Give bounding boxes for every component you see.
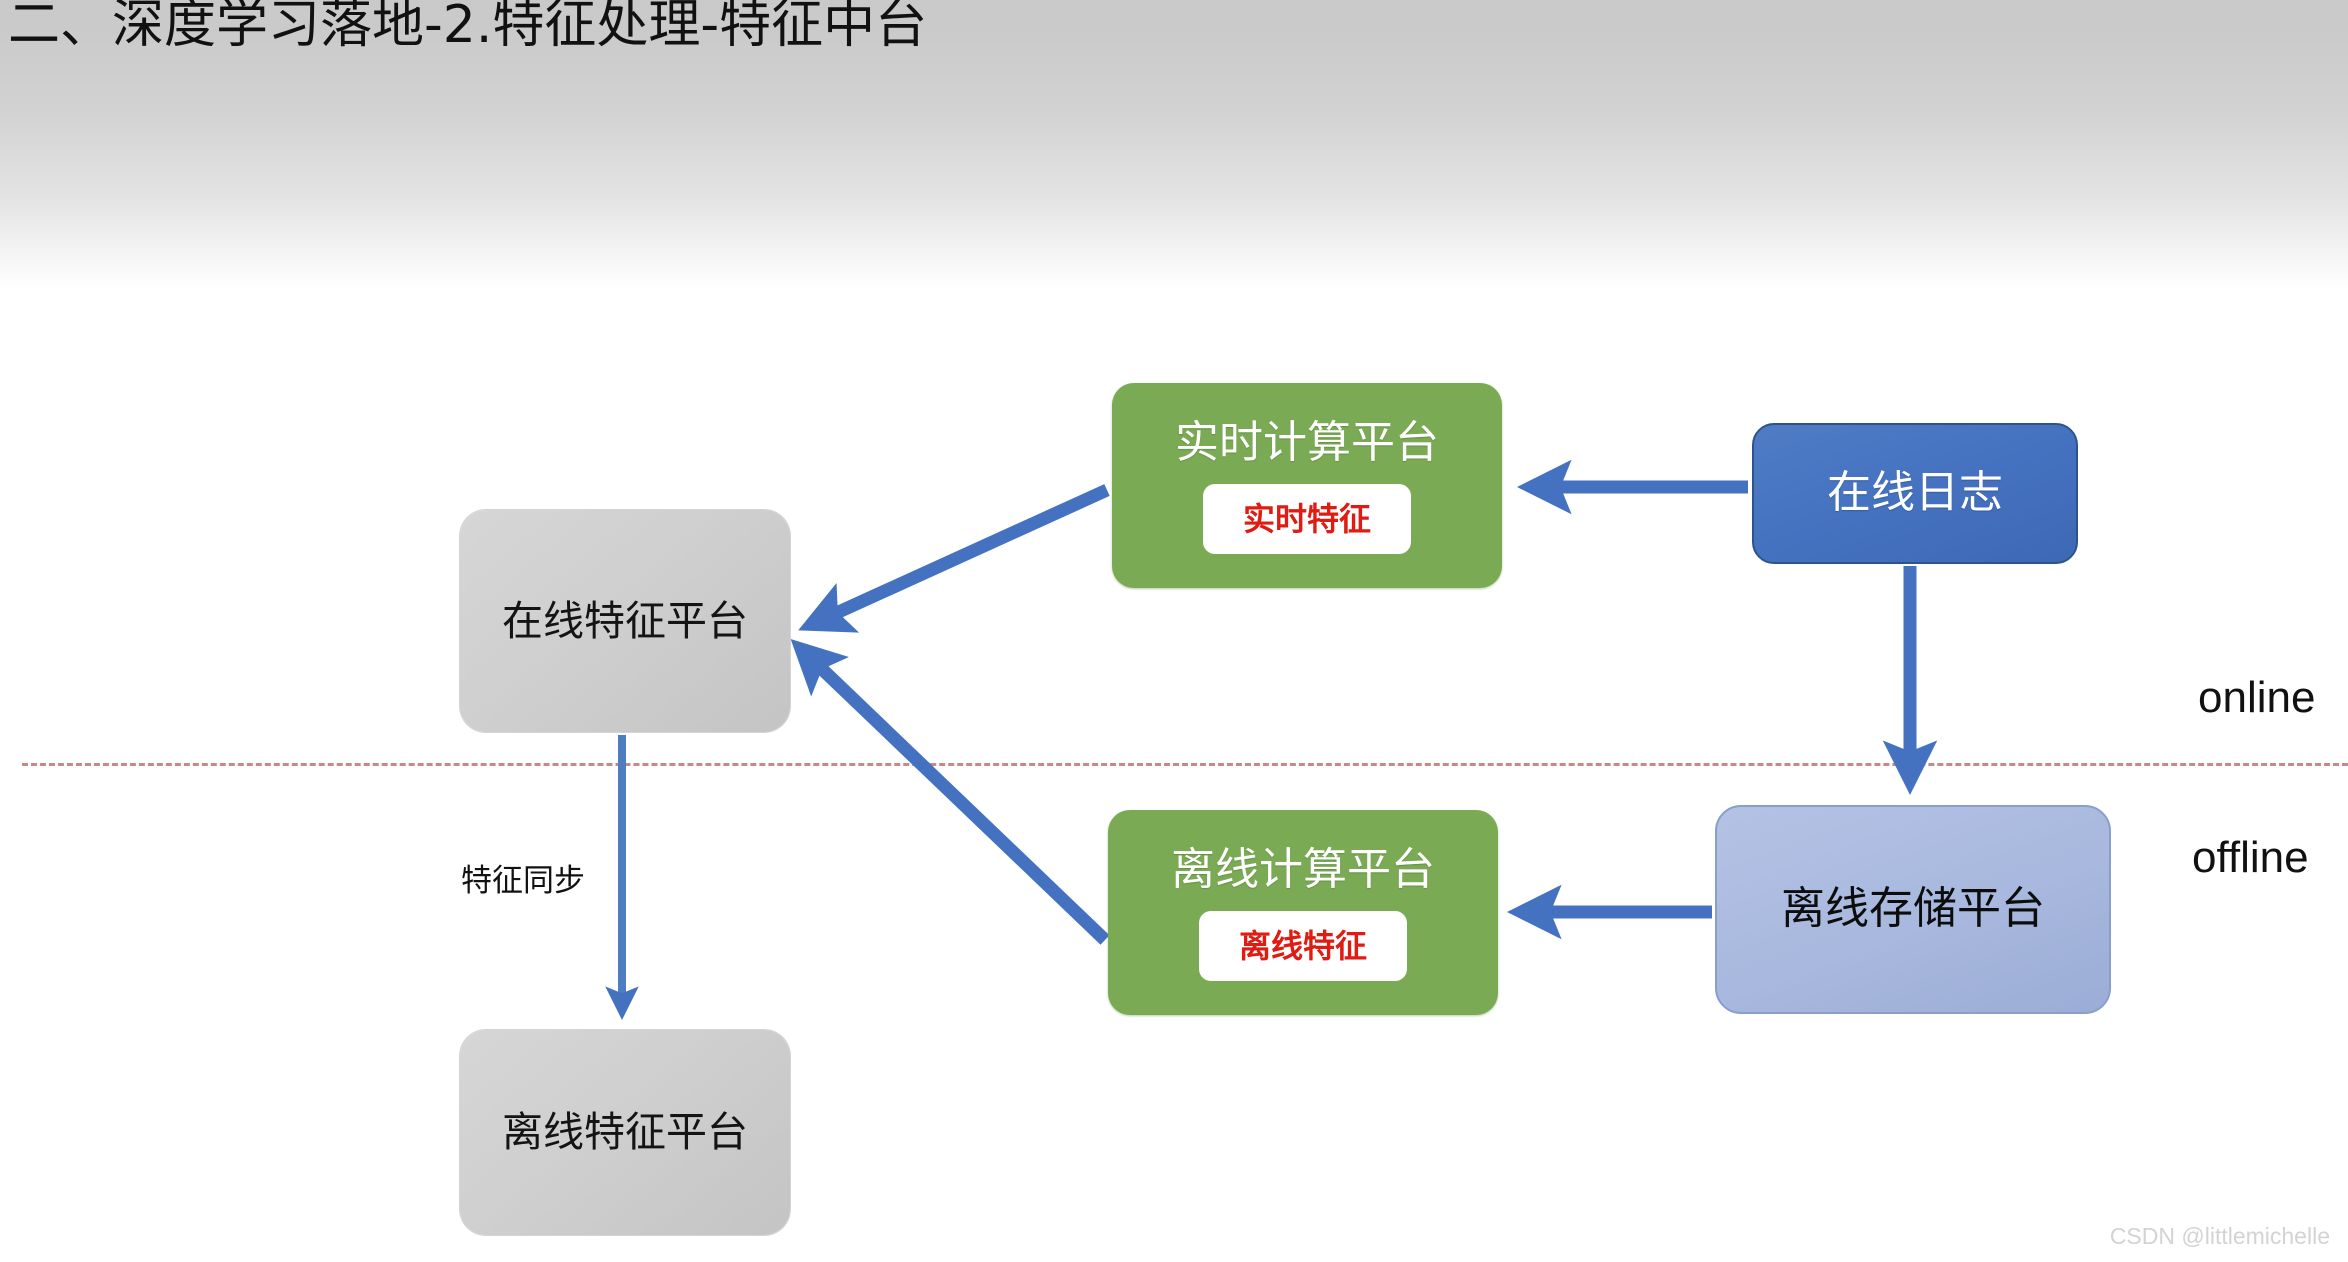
node-online-log[interactable]: 在线日志 xyxy=(1752,423,2078,564)
node-offline-feature-platform-label: 离线特征平台 xyxy=(502,1108,748,1157)
node-offline-storage-platform-label: 离线存储平台 xyxy=(1781,883,2045,935)
node-realtime-compute-platform-title: 实时计算平台 xyxy=(1175,417,1439,469)
node-offline-compute-platform-title: 离线计算平台 xyxy=(1171,844,1435,896)
node-online-feature-platform[interactable]: 在线特征平台 xyxy=(460,510,790,732)
csdn-watermark: CSDN @littlemichelle xyxy=(2109,1223,2330,1249)
chip-offline-feature: 离线特征 xyxy=(1198,910,1407,981)
node-offline-feature-platform[interactable]: 离线特征平台 xyxy=(460,1030,790,1235)
zone-label-online: online xyxy=(2198,673,2316,722)
node-realtime-compute-platform[interactable]: 实时计算平台 实时特征 xyxy=(1112,383,1502,588)
node-online-log-label: 在线日志 xyxy=(1827,467,2003,519)
zone-label-offline: offline xyxy=(2192,833,2309,882)
edge-label-feature-sync: 特征同步 xyxy=(461,863,585,899)
edge-realtime-compute-to-online-feature xyxy=(798,484,1110,633)
node-online-feature-platform-label: 在线特征平台 xyxy=(502,596,748,645)
online-offline-divider xyxy=(22,763,2348,766)
edge-offline-compute-to-online-feature xyxy=(790,639,1110,945)
chip-realtime-feature: 实时特征 xyxy=(1202,483,1411,554)
node-offline-storage-platform[interactable]: 离线存储平台 xyxy=(1715,805,2111,1014)
feature-platform-diagram: 在线特征平台 离线特征平台 实时计算平台 实时特征 离线计算平台 离线特征 在线… xyxy=(0,0,2348,1262)
diagram-connectors xyxy=(605,459,1938,1020)
node-offline-compute-platform[interactable]: 离线计算平台 离线特征 xyxy=(1108,810,1498,1015)
